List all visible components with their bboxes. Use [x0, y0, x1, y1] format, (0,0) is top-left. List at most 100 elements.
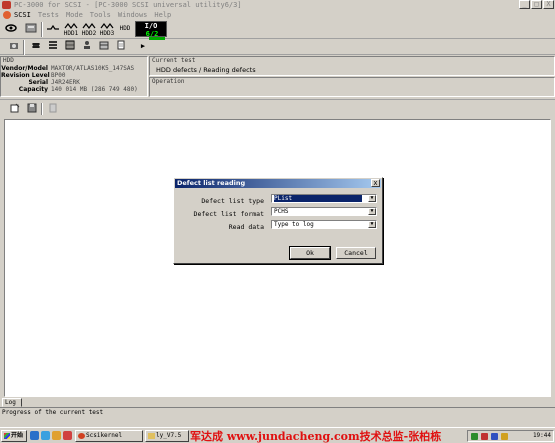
io-indicator: I/O 6/2 — [135, 21, 167, 38]
operation-header: Operation — [152, 78, 185, 85]
operation-box: Operation — [149, 77, 555, 97]
window-title: PC-3000 for SCSI - [PC-3000 SCSI univers… — [14, 1, 242, 9]
current-test-value: HDD defects / Reading defects — [156, 66, 256, 74]
task-label: Scsikernel — [86, 432, 123, 439]
menu-scsi[interactable]: SCSI — [14, 11, 31, 19]
hdd1-button[interactable]: HDD1 — [63, 22, 79, 37]
camera-icon-button[interactable] — [8, 40, 20, 55]
minimize-button[interactable]: _ — [519, 0, 530, 9]
chip-icon-button[interactable] — [30, 40, 42, 55]
browser-icon[interactable] — [41, 431, 50, 440]
grid-icon-button[interactable] — [64, 40, 76, 55]
clock: 19:44 — [532, 432, 551, 439]
separator — [41, 22, 43, 37]
hdd-button[interactable]: HDD — [117, 25, 133, 40]
defect-list-format-label: Defect list format — [193, 210, 264, 218]
capacity-value: 140 014 MB (286 749 480) — [51, 86, 138, 93]
read-data-value: Type to log — [274, 221, 314, 228]
capacity-label: Capacity — [18, 86, 48, 93]
window-controls: _ □ X — [518, 0, 554, 9]
defect-list-dialog: Defect list reading x Defect list type P… — [173, 177, 383, 264]
chevron-down-icon[interactable]: ▼ — [368, 221, 376, 228]
dialog-title: Defect list reading — [175, 179, 381, 188]
defect-list-format-select[interactable]: PCHS ▼ — [271, 207, 377, 216]
defect-list-type-select[interactable]: PList ▼ — [271, 194, 377, 203]
chevron-down-icon[interactable]: ▼ — [368, 195, 376, 202]
system-tray: 19:44 — [467, 430, 554, 442]
antivirus-icon[interactable] — [481, 433, 488, 440]
ok-button[interactable]: Ok — [289, 246, 331, 260]
doc-icon-button[interactable] — [115, 40, 127, 55]
revision-label: Revision Level — [1, 72, 50, 79]
hdd3-button[interactable]: HDD3 — [99, 22, 115, 37]
folder-icon[interactable] — [52, 431, 61, 440]
menu-bar: SCSI Tests Mode Tools Windows Help — [0, 10, 555, 20]
document-icon[interactable] — [3, 11, 11, 19]
hdd1-label: HDD1 — [63, 30, 79, 37]
defect-list-type-value: PList — [274, 195, 362, 202]
info-row-revision: Revision LevelBP00 — [1, 72, 65, 79]
workspace-toolbar — [0, 99, 555, 118]
hdd-label: HDD — [119, 25, 131, 32]
list-icon-button[interactable] — [47, 40, 59, 55]
current-test-box: Current test HDD defects / Reading defec… — [149, 56, 555, 76]
vendor-label: Vendor/Model — [1, 65, 48, 72]
cancel-button[interactable]: Cancel — [336, 247, 376, 259]
save-icon-button[interactable] — [26, 103, 38, 118]
table-icon-button[interactable] — [98, 40, 110, 55]
serial-value: J4R24ERK — [51, 79, 80, 86]
hdd-info-panel: HDD Vendor/Model MAXTOR/ATLAS10K5_147SAS … — [0, 56, 148, 97]
current-test-header: Current test — [152, 57, 196, 64]
menu-windows[interactable]: Windows — [118, 11, 148, 19]
dialog-close-button[interactable]: x — [371, 179, 380, 187]
menu-tools[interactable]: Tools — [90, 11, 111, 19]
app-icon — [78, 433, 85, 439]
chevron-down-icon[interactable]: ▼ — [368, 208, 376, 215]
connect-icon-button[interactable] — [46, 22, 60, 37]
more-arrow-icon[interactable]: ▶ — [138, 42, 148, 57]
task-label: ly_V7.5 — [156, 432, 182, 439]
hdd2-button[interactable]: HDD2 — [81, 22, 97, 37]
main-toolbar: HDD1 HDD2 HDD3 HDD I/O 6/2 — [0, 20, 555, 40]
task-folder[interactable]: ly_V7.5 — [145, 430, 189, 442]
defect-list-type-label: Defect list type — [201, 197, 264, 205]
network-icon[interactable] — [471, 433, 478, 440]
hdd-panel-header: HDD — [3, 57, 14, 64]
separator — [23, 40, 25, 55]
io-label: I/O — [144, 22, 158, 30]
log-tab[interactable]: Log — [2, 398, 22, 407]
open-icon-button[interactable] — [9, 103, 21, 118]
disk-icon-button[interactable] — [23, 22, 38, 37]
serial-label: Serial — [28, 79, 48, 86]
title-bar: PC-3000 for SCSI - [PC-3000 SCSI univers… — [0, 0, 555, 10]
maximize-button[interactable]: □ — [531, 0, 542, 9]
progress-status: Progress of the current test — [2, 409, 104, 416]
secondary-toolbar: ▶ — [0, 39, 555, 55]
revision-value: BP00 — [51, 72, 66, 79]
defect-list-format-value: PCHS — [274, 208, 289, 215]
task-scsikernel[interactable]: Scsikernel — [75, 430, 143, 442]
menu-help[interactable]: Help — [154, 11, 171, 19]
close-button[interactable]: X — [543, 0, 554, 9]
volume-icon[interactable] — [491, 433, 498, 440]
hdd3-label: HDD3 — [99, 30, 115, 37]
ie-icon[interactable] — [30, 431, 39, 440]
watermark-text: 军达成 www.jundacheng.com技术总监-张柏栋 — [190, 430, 442, 443]
info-row-serial: Serial J4R24ERK — [1, 79, 80, 86]
hdd2-label: HDD2 — [81, 30, 97, 37]
menu-mode[interactable]: Mode — [66, 11, 83, 19]
read-data-select[interactable]: Type to log ▼ — [271, 220, 377, 229]
person-icon-button[interactable] — [81, 40, 93, 55]
vendor-value: MAXTOR/ATLAS10K5_147SAS — [51, 65, 135, 72]
current-test-panel: Current test HDD defects / Reading defec… — [149, 56, 555, 97]
power-icon-button[interactable] — [3, 22, 18, 37]
app-icon — [2, 1, 11, 9]
copy-icon-button[interactable] — [47, 103, 59, 118]
start-button[interactable]: 开始 — [1, 430, 27, 442]
folder-icon — [148, 433, 155, 439]
menu-tests[interactable]: Tests — [38, 11, 59, 19]
info-row-vendor: Vendor/Model MAXTOR/ATLAS10K5_147SAS — [1, 65, 134, 72]
media-icon[interactable] — [63, 431, 72, 440]
separator — [41, 103, 43, 115]
ime-icon[interactable] — [501, 433, 508, 440]
